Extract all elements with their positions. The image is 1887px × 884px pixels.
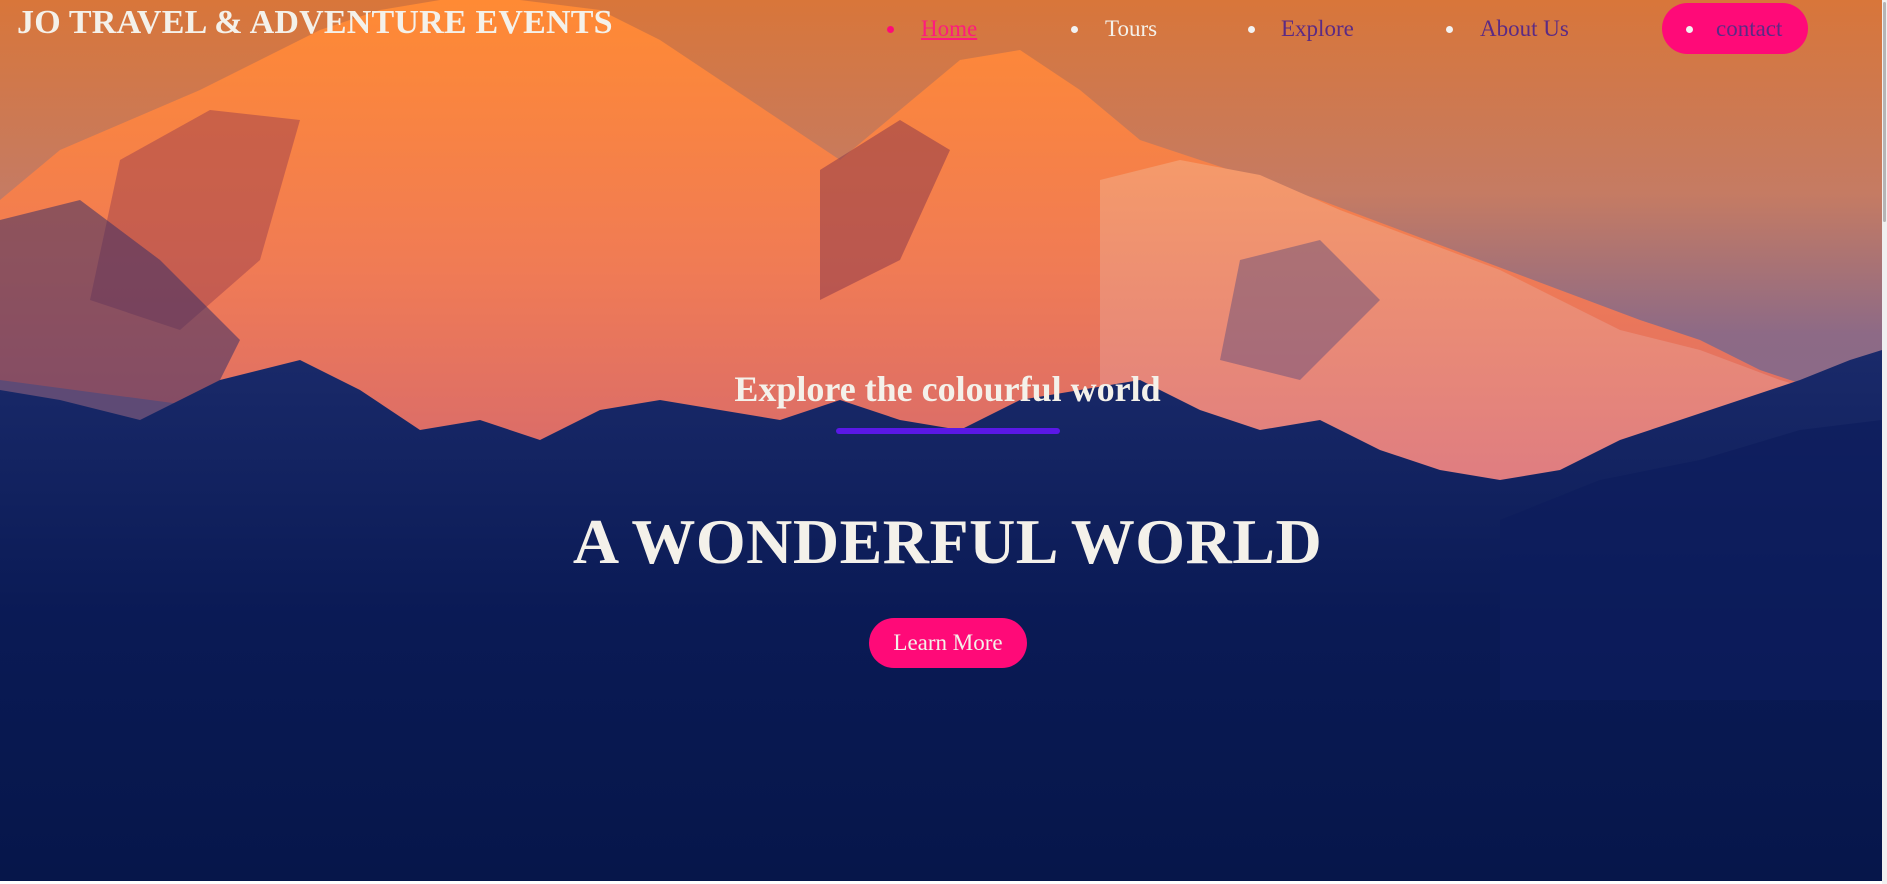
nav-link-explore[interactable]: Explore [1281,16,1354,42]
nav-link-contact[interactable]: contact [1716,16,1782,42]
bullet-icon [1686,26,1693,33]
hero-subtitle: Explore the colourful world [734,369,1161,409]
learn-more-button[interactable]: Learn More [869,618,1027,668]
bullet-icon [887,26,894,33]
page-viewport: JO TRAVEL & ADVENTURE EVENTS Home Tours … [0,0,1887,884]
hero-headline: A WONDERFUL WORLD [572,506,1323,577]
bullet-icon [1248,26,1255,33]
hero-section: JO TRAVEL & ADVENTURE EVENTS Home Tours … [0,0,1882,881]
nav-link-about-us[interactable]: About Us [1480,16,1569,42]
nav-link-home[interactable]: Home [921,16,977,42]
mountain-background-image [0,0,1882,881]
site-logo[interactable]: JO TRAVEL & ADVENTURE EVENTS [17,4,613,42]
nav-item-contact[interactable]: contact [1662,3,1808,54]
scrollbar-thumb[interactable] [1883,2,1886,222]
nav-link-tours[interactable]: Tours [1105,16,1157,42]
subtitle-underline [836,428,1060,434]
bullet-icon [1071,26,1078,33]
bullet-icon [1446,26,1453,33]
